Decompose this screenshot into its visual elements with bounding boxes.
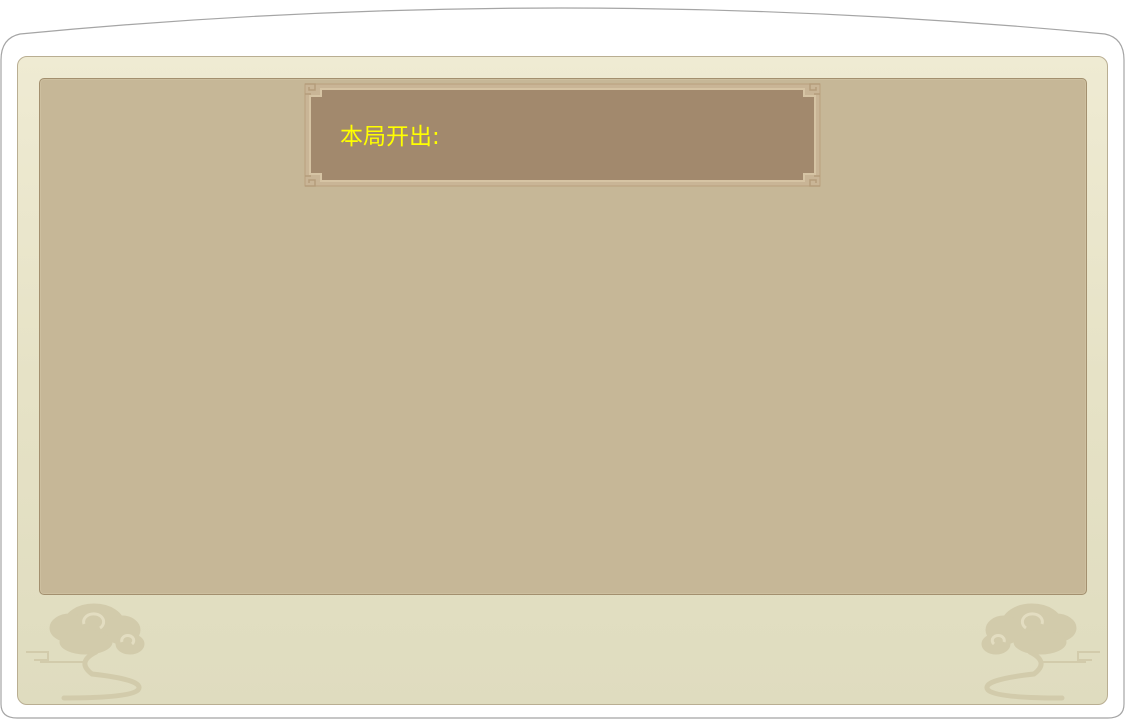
cloud-ornament-icon [981,603,1100,701]
cloud-ornament-icon [26,603,145,701]
title-plaque: 本局开出: [303,82,822,188]
result-dialog: 本局开出: [0,0,1125,720]
result-title-label: 本局开出: [340,124,440,150]
